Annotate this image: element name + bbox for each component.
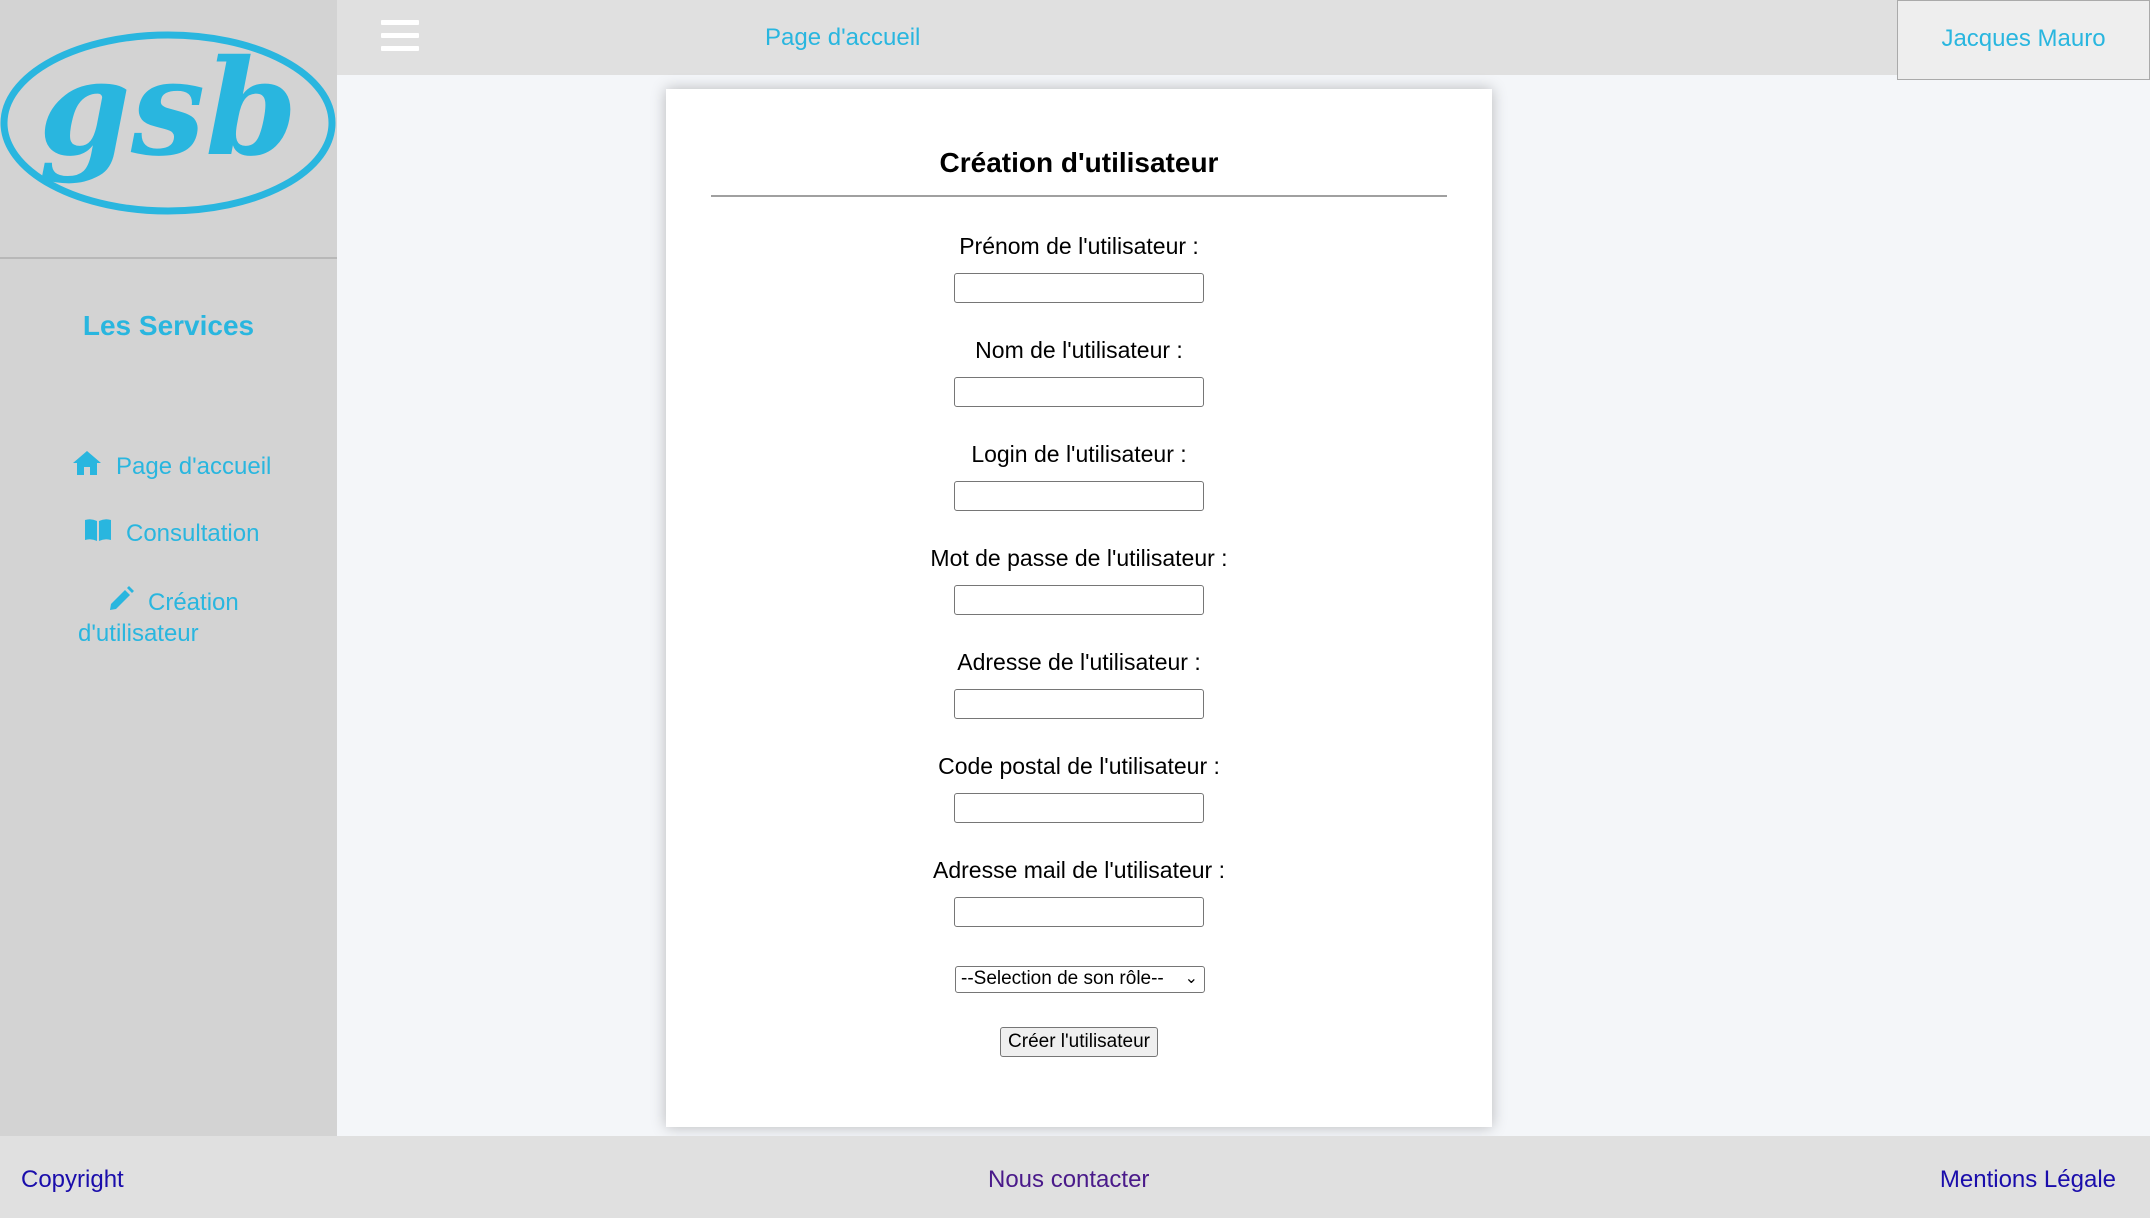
sidebar-item-consultation[interactable]: Consultation: [84, 518, 259, 549]
create-user-button[interactable]: Créer l'utilisateur: [1000, 1027, 1158, 1057]
footer-legal-link[interactable]: Mentions Légale: [1940, 1166, 2116, 1194]
home-icon: [72, 450, 102, 483]
last-name-input[interactable]: [954, 377, 1204, 407]
header-home-link[interactable]: Page d'accueil: [765, 24, 920, 52]
sidebar-item-label: Création: [148, 589, 239, 616]
last-name-field-group: Nom de l'utilisateur :: [666, 337, 1492, 407]
role-select-value: --Selection de son rôle--: [961, 968, 1164, 989]
sidebar-item-label: Consultation: [126, 520, 260, 548]
login-input[interactable]: [954, 481, 1204, 511]
postal-code-input[interactable]: [954, 793, 1204, 823]
sidebar-item-label-line2: d'utilisateur: [78, 620, 199, 647]
first-name-input[interactable]: [954, 273, 1204, 303]
email-field-group: Adresse mail de l'utilisateur :: [666, 857, 1492, 927]
address-input[interactable]: [954, 689, 1204, 719]
pencil-icon: [108, 586, 134, 619]
hamburger-icon[interactable]: [381, 20, 419, 59]
footer: Copyright Nous contacter Mentions Légale: [0, 1136, 2150, 1218]
book-open-icon: [84, 518, 112, 549]
last-name-label: Nom de l'utilisateur :: [975, 337, 1183, 363]
chevron-down-icon: ⌄: [1184, 970, 1198, 987]
logo-text: gsb: [39, 31, 298, 186]
address-field-group: Adresse de l'utilisateur :: [666, 649, 1492, 719]
user-menu-button[interactable]: Jacques Mauro: [1897, 0, 2150, 80]
title-divider: [711, 195, 1447, 197]
postal-code-field-group: Code postal de l'utilisateur :: [666, 753, 1492, 823]
email-input[interactable]: [954, 897, 1204, 927]
login-field-group: Login de l'utilisateur :: [666, 441, 1492, 511]
sidebar: gsb Les Services Page d'accueil Consulta…: [0, 0, 337, 1136]
logo[interactable]: gsb: [0, 0, 337, 259]
sidebar-title: Les Services: [82, 310, 255, 341]
footer-copyright-link[interactable]: Copyright: [21, 1166, 124, 1194]
sidebar-item-home[interactable]: Page d'accueil: [72, 450, 271, 483]
user-creation-card: Création d'utilisateur Prénom de l'utili…: [666, 89, 1492, 1127]
top-bar: Page d'accueil Jacques Mauro: [337, 0, 2150, 80]
sidebar-item-label: Page d'accueil: [116, 453, 272, 480]
postal-code-label: Code postal de l'utilisateur :: [938, 753, 1220, 779]
email-label: Adresse mail de l'utilisateur :: [932, 857, 1225, 883]
address-label: Adresse de l'utilisateur :: [957, 649, 1201, 675]
password-field-group: Mot de passe de l'utilisateur :: [666, 545, 1492, 615]
gsb-logo-icon: gsb: [0, 31, 336, 215]
password-label: Mot de passe de l'utilisateur :: [930, 545, 1228, 571]
role-select[interactable]: --Selection de son rôle-- ⌄: [955, 966, 1205, 993]
login-label: Login de l'utilisateur :: [971, 441, 1187, 467]
first-name-field-group: Prénom de l'utilisateur :: [666, 233, 1492, 303]
first-name-label: Prénom de l'utilisateur :: [959, 233, 1199, 259]
app: gsb Les Services Page d'accueil Consulta…: [0, 0, 2150, 1218]
footer-contact-link[interactable]: Nous contacter: [988, 1166, 1149, 1194]
password-input[interactable]: [954, 585, 1204, 615]
sidebar-item-creation[interactable]: Création d'utilisateur: [78, 586, 268, 648]
page-title: Création d'utilisateur: [939, 147, 1219, 178]
